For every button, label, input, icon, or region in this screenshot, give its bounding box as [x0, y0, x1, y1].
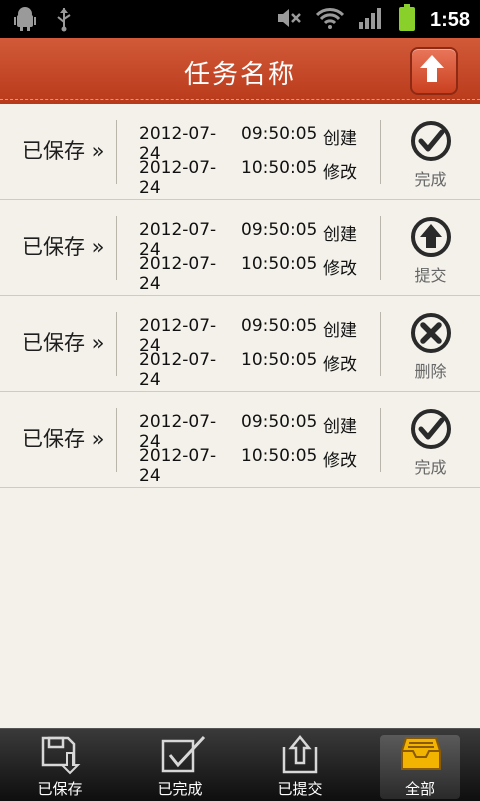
task-list: 已保存 » 2012-07-24 09:50:05 创建 2012-07-24 …	[0, 104, 480, 488]
bottom-nav: 已保存 已完成 已提交 全部	[0, 728, 480, 801]
modified-date: 2012-07-24	[139, 158, 217, 198]
clock: 1:58	[429, 8, 470, 31]
nav-label: 已保存	[37, 780, 83, 798]
x-circle-icon	[411, 313, 451, 353]
action-label: 完成	[414, 458, 447, 477]
modified-date: 2012-07-24	[139, 254, 217, 294]
arrow-up-circle-icon	[411, 217, 451, 257]
task-row[interactable]: 已保存 » 2012-07-24 09:50:05 创建 2012-07-24 …	[0, 392, 480, 488]
task-row[interactable]: 已保存 » 2012-07-24 09:50:05 创建 2012-07-24 …	[0, 104, 480, 200]
complete-button[interactable]: 完成	[381, 104, 480, 199]
status-bar: 1:58	[0, 0, 480, 38]
task-row[interactable]: 已保存 » 2012-07-24 09:50:05 创建 2012-07-24 …	[0, 296, 480, 392]
modified-line: 2012-07-24 10:50:05 修改	[139, 158, 357, 198]
title-bar: 任务名称	[0, 38, 480, 104]
created-line: 2012-07-24 09:50:05 创建	[139, 124, 357, 164]
tray-icon	[401, 737, 441, 770]
task-row[interactable]: 已保存 » 2012-07-24 09:50:05 创建 2012-07-24 …	[0, 200, 480, 296]
created-date: 2012-07-24	[139, 316, 217, 356]
nav-tab-all[interactable]: 全部	[360, 729, 480, 801]
nav-tab-submitted[interactable]: 已提交	[240, 729, 360, 801]
created-date: 2012-07-24	[139, 124, 217, 164]
modified-time: 10:50:05	[241, 254, 318, 274]
created-label: 创建	[323, 417, 357, 437]
modified-date: 2012-07-24	[139, 350, 217, 390]
nav-label: 已完成	[157, 780, 203, 798]
nav-tab-saved[interactable]: 已保存	[0, 729, 120, 801]
signal-icon	[358, 6, 384, 34]
created-line: 2012-07-24 09:50:05 创建	[139, 220, 357, 260]
submit-button[interactable]: 提交	[381, 200, 480, 295]
modified-line: 2012-07-24 10:50:05 修改	[139, 254, 357, 294]
created-time: 09:50:05	[241, 220, 318, 240]
created-line: 2012-07-24 09:50:05 创建	[139, 316, 357, 356]
check-circle-icon	[411, 121, 451, 161]
created-time: 09:50:05	[241, 124, 318, 144]
modified-time: 10:50:05	[241, 446, 318, 466]
nav-tab-completed[interactable]: 已完成	[120, 729, 240, 801]
modified-label: 修改	[323, 355, 357, 375]
created-time: 09:50:05	[241, 316, 318, 336]
modified-line: 2012-07-24 10:50:05 修改	[139, 350, 357, 390]
wifi-icon	[315, 7, 345, 33]
upload-button[interactable]	[410, 47, 458, 95]
created-date: 2012-07-24	[139, 412, 217, 452]
arrow-up-icon	[420, 55, 444, 82]
created-label: 创建	[323, 321, 357, 341]
page-title: 任务名称	[183, 60, 296, 90]
upload-box-icon	[282, 735, 318, 774]
save-down-icon	[41, 736, 81, 775]
modified-label: 修改	[323, 163, 357, 183]
action-label: 完成	[414, 170, 447, 189]
checkbox-icon	[161, 735, 206, 773]
action-label: 删除	[414, 362, 447, 381]
android-debug-icon	[14, 7, 36, 35]
delete-button[interactable]: 删除	[381, 296, 480, 391]
modified-time: 10:50:05	[241, 350, 318, 370]
modified-label: 修改	[323, 451, 357, 471]
nav-label: 全部	[404, 780, 435, 798]
mute-icon	[276, 6, 302, 34]
action-label: 提交	[414, 266, 447, 285]
created-date: 2012-07-24	[139, 220, 217, 260]
battery-icon	[398, 4, 416, 36]
created-label: 创建	[323, 225, 357, 245]
modified-date: 2012-07-24	[139, 446, 217, 486]
modified-label: 修改	[323, 259, 357, 279]
usb-icon	[54, 6, 74, 36]
modified-line: 2012-07-24 10:50:05 修改	[139, 446, 357, 486]
task-status[interactable]: 已保存 »	[22, 296, 105, 391]
created-label: 创建	[323, 129, 357, 149]
complete-button[interactable]: 完成	[381, 392, 480, 487]
nav-label: 已提交	[277, 780, 323, 798]
created-time: 09:50:05	[241, 412, 318, 432]
modified-time: 10:50:05	[241, 158, 318, 178]
task-status[interactable]: 已保存 »	[22, 104, 105, 199]
check-circle-icon	[411, 409, 451, 449]
task-status[interactable]: 已保存 »	[22, 392, 105, 487]
task-status[interactable]: 已保存 »	[22, 200, 105, 295]
created-line: 2012-07-24 09:50:05 创建	[139, 412, 357, 452]
